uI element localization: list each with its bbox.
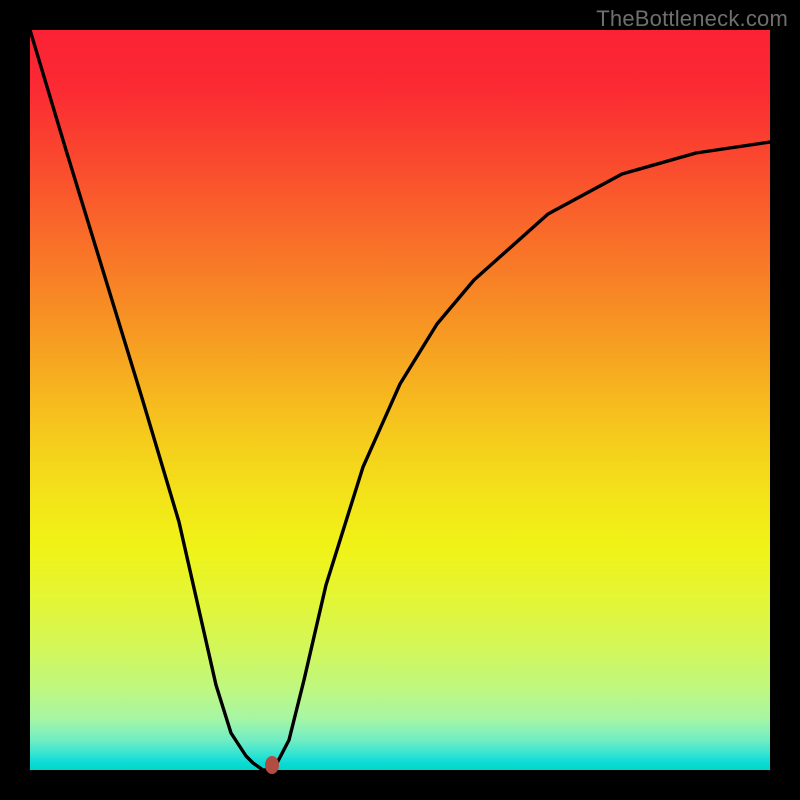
chart-frame: TheBottleneck.com (0, 0, 800, 800)
watermark-label: TheBottleneck.com (596, 6, 788, 32)
bottleneck-curve (30, 30, 770, 770)
optimal-point-marker (265, 756, 279, 774)
plot-svg (30, 30, 770, 770)
plot-area (30, 30, 770, 770)
